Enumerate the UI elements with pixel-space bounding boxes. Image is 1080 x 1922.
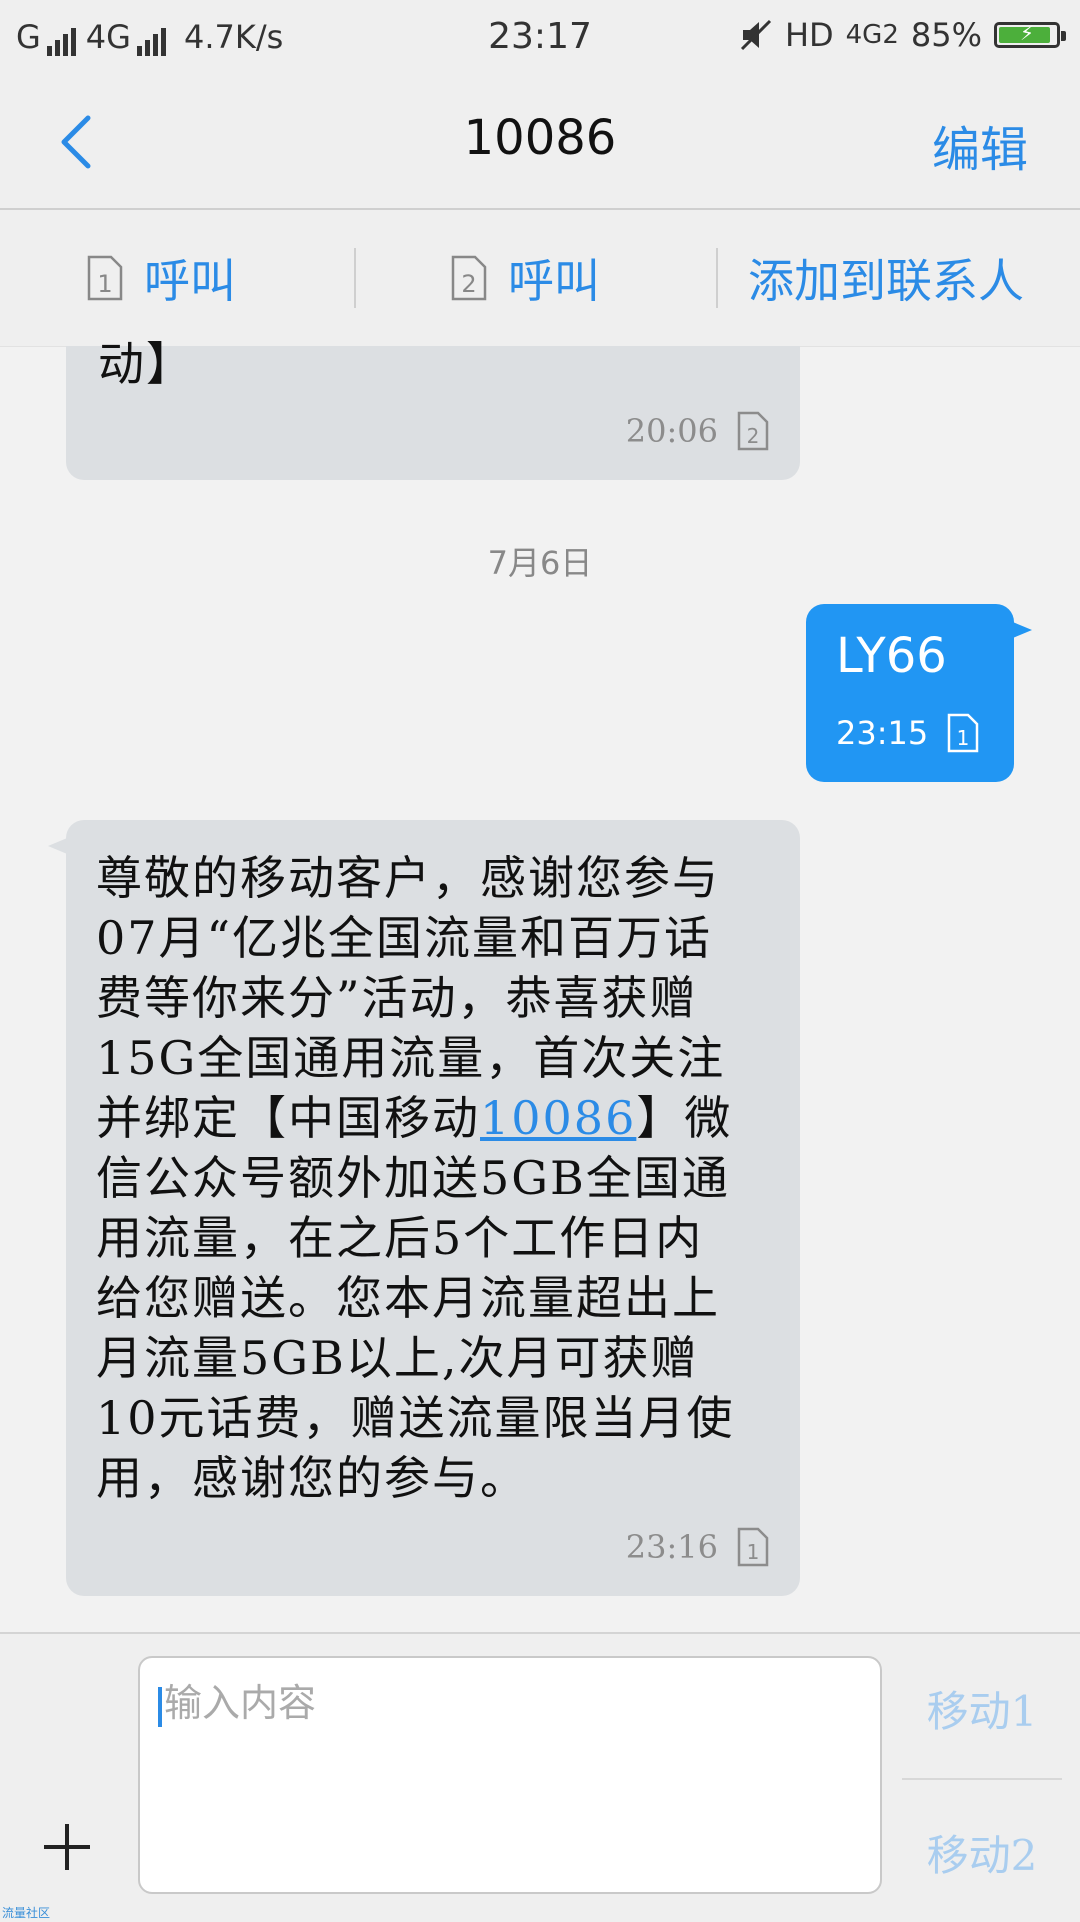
svg-text:1: 1 xyxy=(97,270,112,298)
text-cursor xyxy=(158,1686,162,1727)
send-sim2-button[interactable]: 移动2 xyxy=(902,1822,1062,1883)
send-sim1-button[interactable]: 移动1 xyxy=(902,1678,1062,1739)
sim2-icon: 2 xyxy=(451,255,487,301)
charging-icon: ⚡ xyxy=(1019,21,1035,45)
message-text: 动】 xyxy=(98,337,194,391)
message-timestamp: 23:15 1 xyxy=(836,712,980,754)
message-text-part: 】微 信公众号额外加送5GB全国通 用流量，在之后5个工作日内 给您赠送。您本月… xyxy=(96,1091,735,1505)
send-divider xyxy=(902,1778,1062,1780)
call-sim1-button[interactable]: 1 呼叫 xyxy=(86,210,236,346)
phone-link[interactable]: 10086 xyxy=(480,1091,636,1145)
network-type: 4G2 xyxy=(845,20,899,50)
sim2-icon: 2 xyxy=(737,411,769,451)
edit-button[interactable]: 编辑 xyxy=(932,110,1028,180)
sim1-icon: 1 xyxy=(737,1527,769,1567)
bubble-tail xyxy=(48,836,72,856)
message-time: 23:16 xyxy=(625,1528,718,1566)
message-text: LY66 xyxy=(836,628,947,684)
message-time: 20:06 xyxy=(625,412,718,450)
sim1-icon: 1 xyxy=(947,713,979,753)
svg-text:2: 2 xyxy=(461,270,476,298)
svg-text:2: 2 xyxy=(747,424,760,448)
message-bubble-sent[interactable]: LY66 23:15 1 xyxy=(806,604,1032,782)
message-time: 23:15 xyxy=(836,714,929,752)
status-right: HD 4G2 85% ⚡ xyxy=(739,16,1066,54)
message-text: 尊敬的移动客户，感谢您参与 07月“亿兆全国流量和百万话 费等你来分”活动，恭喜… xyxy=(96,848,786,1508)
sim1-icon: 1 xyxy=(87,255,123,301)
date-separator: 7月6日 xyxy=(487,544,593,582)
call-sim1-label: 呼叫 xyxy=(144,254,236,308)
message-timestamp: 23:16 1 xyxy=(626,1526,770,1568)
battery-percent: 85% xyxy=(910,16,982,54)
bubble-tail xyxy=(1008,620,1032,640)
battery-icon: ⚡ xyxy=(994,21,1066,48)
message-input[interactable]: 输入内容 xyxy=(138,1656,882,1894)
conversation-header: 10086 编辑 xyxy=(0,72,1080,210)
action-divider xyxy=(354,248,356,308)
message-bubble-received[interactable]: 动】 20:06 2 xyxy=(66,337,800,480)
call-sim2-button[interactable]: 2 呼叫 xyxy=(450,210,600,346)
add-contact-button[interactable]: 添加到联系人 xyxy=(748,210,1024,346)
action-divider xyxy=(716,248,718,308)
watermark-text: 流量社区 xyxy=(2,1906,51,1920)
svg-text:1: 1 xyxy=(957,726,970,750)
svg-text:1: 1 xyxy=(747,1540,760,1564)
page-title: 10086 xyxy=(463,110,617,166)
add-contact-label: 添加到联系人 xyxy=(748,254,1024,308)
call-sim2-label: 呼叫 xyxy=(508,254,600,308)
message-bubble-received[interactable]: 尊敬的移动客户，感谢您参与 07月“亿兆全国流量和百万话 费等你来分”活动，恭喜… xyxy=(48,820,800,1596)
action-bar: 1 呼叫 2 呼叫 添加到联系人 xyxy=(0,210,1080,347)
status-bar: G 4G 4.7K/s 23:17 HD 4G2 85% ⚡ xyxy=(0,0,1080,72)
composer: 输入内容 移动1 移动2 xyxy=(0,1632,1080,1922)
plus-icon[interactable] xyxy=(44,1824,90,1870)
hd-label: HD xyxy=(784,16,834,54)
mute-icon xyxy=(740,19,771,51)
message-timestamp: 20:06 2 xyxy=(626,410,770,452)
input-placeholder: 输入内容 xyxy=(164,1681,317,1725)
